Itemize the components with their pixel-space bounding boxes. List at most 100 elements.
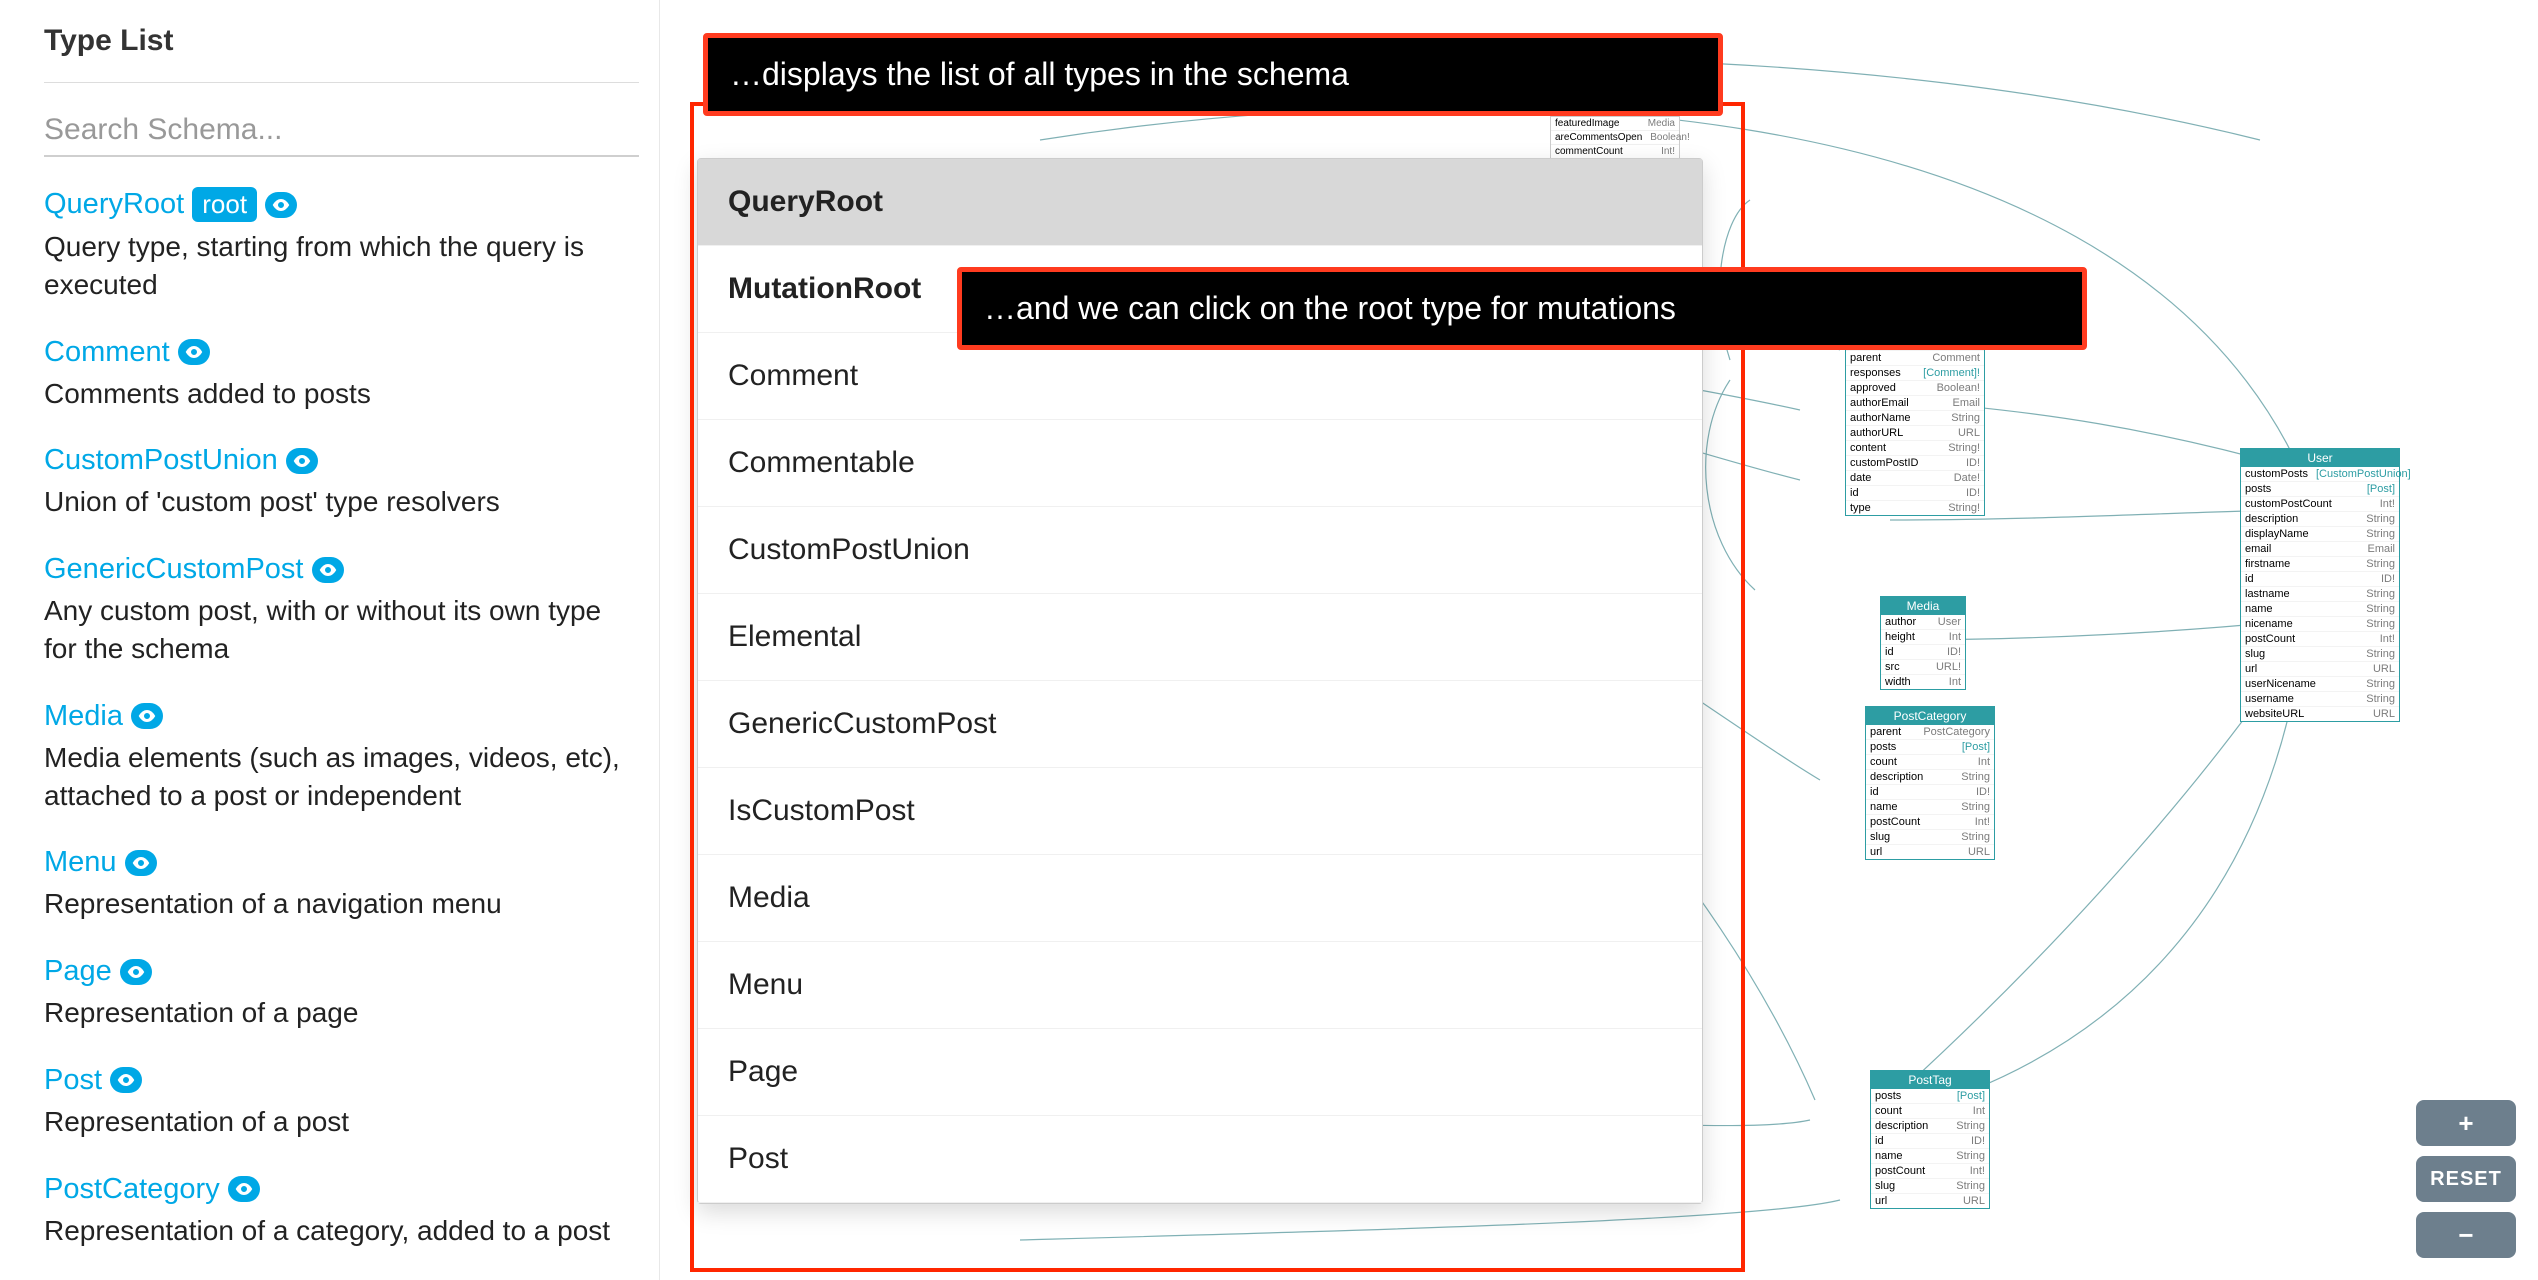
node-field: authorNameString <box>1846 411 1984 426</box>
node-field: authorUser <box>1881 615 1965 630</box>
type-desc: Comments added to posts <box>44 375 639 413</box>
eye-icon[interactable] <box>131 703 163 729</box>
node-field: urlURL <box>1871 1194 1989 1208</box>
type-link[interactable]: Comment <box>44 336 170 369</box>
type-entry: Post Representation of a post <box>44 1050 659 1159</box>
type-entry: CustomPostUnion Union of 'custom post' ty… <box>44 430 659 539</box>
node-posttag[interactable]: PostTagposts[Post]countIntdescriptionStr… <box>1870 1070 1990 1209</box>
eye-icon[interactable] <box>312 557 344 583</box>
node-title: Media <box>1881 597 1965 615</box>
node-field: parentComment <box>1846 351 1984 366</box>
node-field: typeString! <box>1846 501 1984 515</box>
dropdown-item[interactable]: Menu <box>698 942 1702 1029</box>
type-entry: QueryRootrootQuery type, starting from w… <box>44 173 659 322</box>
node-field: slugString <box>1866 830 1994 845</box>
zoom-controls: + RESET − <box>2416 1100 2516 1258</box>
type-desc: Representation of a post <box>44 1103 639 1141</box>
eye-icon[interactable] <box>178 339 210 365</box>
node-postcategory[interactable]: PostCategoryparentPostCategoryposts[Post… <box>1865 706 1995 860</box>
search-row <box>44 83 659 173</box>
type-desc: Representation of a navigation menu <box>44 885 639 923</box>
eye-icon[interactable] <box>265 192 297 218</box>
type-desc: Union of 'custom post' type resolvers <box>44 483 639 521</box>
node-field: commentCountInt! <box>1551 145 1679 159</box>
node-field: srcURL! <box>1881 660 1965 675</box>
type-link[interactable]: GenericCustomPost <box>44 553 304 586</box>
node-field: authorEmailEmail <box>1846 396 1984 411</box>
search-input[interactable] <box>44 109 639 157</box>
dropdown-item[interactable]: Elemental <box>698 594 1702 681</box>
node-field: idID! <box>1866 785 1994 800</box>
node-field: widthInt <box>1881 675 1965 689</box>
eye-icon[interactable] <box>125 850 157 876</box>
node-field: authorURLURL <box>1846 426 1984 441</box>
eye-icon[interactable] <box>110 1067 142 1093</box>
node-field: areCommentsOpenBoolean! <box>1551 131 1679 145</box>
type-link[interactable]: Menu <box>44 846 117 879</box>
node-field: websiteURLURL <box>2241 707 2399 721</box>
dropdown-item[interactable]: Commentable <box>698 420 1702 507</box>
sidebar-title: Type List <box>44 0 639 83</box>
dropdown-item[interactable]: Post <box>698 1116 1702 1203</box>
node-field: countInt <box>1871 1104 1989 1119</box>
dropdown-item[interactable]: Media <box>698 855 1702 942</box>
node-field: displayNameString <box>2241 527 2399 542</box>
node-media[interactable]: MediaauthorUserheightIntidID!srcURL!widt… <box>1880 596 1966 690</box>
node-field: idID! <box>1881 645 1965 660</box>
type-desc: Representation of a category, added to a… <box>44 1212 639 1250</box>
node-title: User <box>2241 449 2399 467</box>
zoom-in-button[interactable]: + <box>2416 1100 2516 1146</box>
node-field: slugString <box>2241 647 2399 662</box>
eye-icon[interactable] <box>120 959 152 985</box>
type-link[interactable]: QueryRoot <box>44 188 184 221</box>
node-field: posts[Post] <box>2241 482 2399 497</box>
type-entry: Comment Comments added to posts <box>44 322 659 431</box>
dropdown-item[interactable]: Page <box>698 1029 1702 1116</box>
node-field: approvedBoolean! <box>1846 381 1984 396</box>
dropdown-item[interactable]: GenericCustomPost <box>698 681 1702 768</box>
type-link[interactable]: Post <box>44 1064 102 1097</box>
node-field: customPosts[CustomPostUnion] <box>2241 467 2399 482</box>
type-entry: Media Media elements (such as images, vid… <box>44 686 659 833</box>
type-link[interactable]: Media <box>44 700 123 733</box>
type-desc: Query type, starting from which the quer… <box>44 228 639 304</box>
node-field: customPostIDID! <box>1846 456 1984 471</box>
type-entry: Menu Representation of a navigation menu <box>44 832 659 941</box>
type-desc: Representation of a page <box>44 994 639 1032</box>
node-field: countInt <box>1866 755 1994 770</box>
type-entry: GenericCustomPost Any custom post, with o… <box>44 539 659 686</box>
zoom-out-button[interactable]: − <box>2416 1212 2516 1258</box>
node-field: featuredImageMedia <box>1551 117 1679 131</box>
node-field: descriptionString <box>1871 1119 1989 1134</box>
node-field: nameString <box>1866 800 1994 815</box>
eye-icon[interactable] <box>228 1176 260 1202</box>
node-field: postCountInt! <box>1866 815 1994 830</box>
type-desc: Any custom post, with or without its own… <box>44 592 639 668</box>
dropdown-item[interactable]: IsCustomPost <box>698 768 1702 855</box>
type-link[interactable]: Page <box>44 955 112 988</box>
node-field: idID! <box>1871 1134 1989 1149</box>
node-field: descriptionString <box>1866 770 1994 785</box>
node-title: PostTag <box>1871 1071 1989 1089</box>
type-desc: Media elements (such as images, videos, … <box>44 739 639 815</box>
node-field: nameString <box>2241 602 2399 617</box>
type-entry: Page Representation of a page <box>44 941 659 1050</box>
dropdown-item[interactable]: CustomPostUnion <box>698 507 1702 594</box>
annotation-1: …displays the list of all types in the s… <box>703 33 1723 116</box>
node-field: posts[Post] <box>1871 1089 1989 1104</box>
sidebar: Type List QueryRootrootQuery type, start… <box>0 0 660 1280</box>
node-field: idID! <box>1846 486 1984 501</box>
type-link[interactable]: PostCategory <box>44 1173 220 1206</box>
dropdown-item[interactable]: QueryRoot <box>698 159 1702 246</box>
type-entry: PostCategory Representation of a category… <box>44 1159 659 1268</box>
node-title: PostCategory <box>1866 707 1994 725</box>
node-field: slugString <box>1871 1179 1989 1194</box>
eye-icon[interactable] <box>286 448 318 474</box>
node-user[interactable]: UsercustomPosts[CustomPostUnion]posts[Po… <box>2240 448 2400 722</box>
type-link[interactable]: CustomPostUnion <box>44 444 278 477</box>
node-field: descriptionString <box>2241 512 2399 527</box>
node-field: urlURL <box>1866 845 1994 859</box>
annotation-2: …and we can click on the root type for m… <box>957 267 2087 350</box>
zoom-reset-button[interactable]: RESET <box>2416 1156 2516 1202</box>
node-field: emailEmail <box>2241 542 2399 557</box>
